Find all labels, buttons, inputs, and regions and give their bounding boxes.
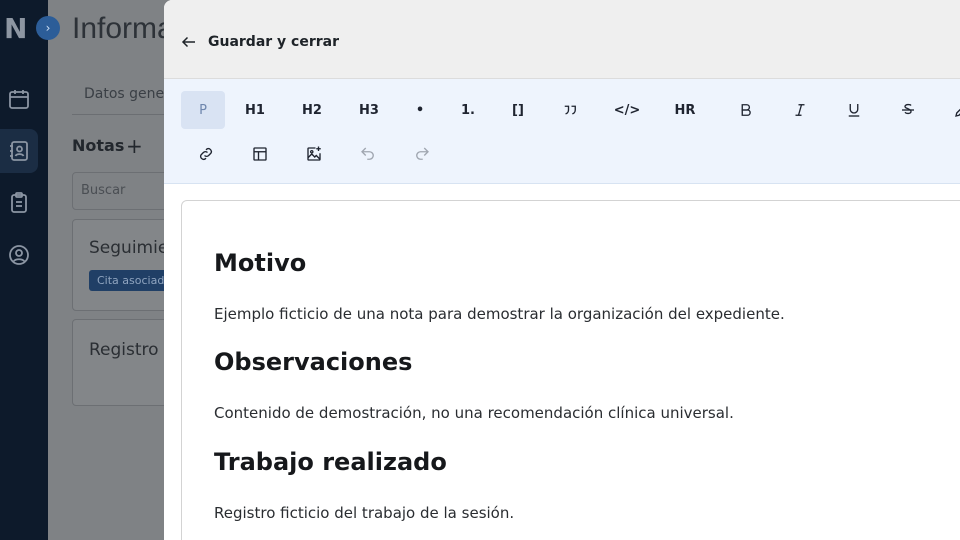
toolbar-paragraph-button[interactable]: P — [181, 91, 225, 129]
section-body: Contenido de demostración, no una recome… — [214, 404, 734, 422]
section-heading: Motivo — [214, 249, 307, 277]
user-circle-icon — [9, 245, 29, 265]
note-document-editor[interactable]: Motivo Ejemplo ficticio de una nota para… — [181, 200, 960, 540]
toolbar-ordered-list-button[interactable]: 1. — [450, 91, 486, 129]
notes-heading: Notas — [72, 136, 125, 155]
toolbar-heading-1-button[interactable]: H1 — [232, 91, 278, 129]
section-heading: Trabajo realizado — [214, 448, 447, 476]
clipboard-list-icon — [11, 192, 27, 213]
toolbar-heading-2-button[interactable]: H2 — [289, 91, 335, 129]
link-icon — [200, 148, 212, 160]
toolbar-horizontal-rule-button[interactable]: HR — [664, 91, 706, 129]
sidebar-item-contacts[interactable] — [0, 129, 38, 173]
toolbar-table-button[interactable] — [242, 135, 278, 173]
toolbar-image-button[interactable] — [296, 135, 332, 173]
bold-icon — [741, 104, 751, 116]
note-card-title: Seguimie — [89, 238, 169, 258]
toolbar-code-block-button[interactable]: </> — [604, 91, 650, 129]
arrow-left-icon — [181, 36, 195, 48]
save-and-close-button[interactable]: Guardar y cerrar — [180, 30, 339, 54]
image-plus-icon — [307, 146, 321, 161]
pen-icon — [955, 108, 960, 117]
toolbar-link-button[interactable] — [188, 135, 224, 173]
toolbar-blockquote-button[interactable] — [552, 91, 588, 129]
sidebar-item-clipboard[interactable] — [0, 181, 38, 225]
page-title: Informa — [72, 12, 174, 45]
save-and-close-label: Guardar y cerrar — [208, 34, 340, 50]
toolbar-italic-button[interactable] — [782, 91, 818, 129]
toolbar-task-list-button[interactable]: [] — [500, 91, 536, 129]
app-sidebar: N › — [0, 0, 60, 540]
section-body: Registro ficticio del trabajo de la sesi… — [214, 504, 515, 522]
contact-book-icon — [10, 141, 28, 161]
toolbar-heading-3-button[interactable]: H3 — [346, 91, 392, 129]
toolbar-bold-button[interactable] — [728, 91, 764, 129]
modal-header: Guardar y cerrar — [164, 0, 960, 79]
table-icon — [253, 147, 267, 161]
undo-icon — [361, 147, 374, 160]
redo-icon — [416, 147, 429, 160]
underline-icon — [848, 104, 860, 117]
note-card-title: Registro — [89, 340, 159, 360]
sidebar-item-profile[interactable] — [0, 233, 38, 277]
section-heading: Observaciones — [214, 348, 413, 376]
toolbar-underline-button[interactable] — [836, 91, 872, 129]
note-editor-modal: Guardar y cerrar P H1 H2 H3 • 1. [] </> … — [164, 0, 960, 540]
calendar-icon — [9, 90, 29, 109]
add-note-button[interactable]: + — [126, 134, 143, 158]
quote-icon — [564, 105, 576, 115]
toolbar-bullet-list-button[interactable]: • — [402, 91, 438, 129]
editor-toolbar: P H1 H2 H3 • 1. [] </> HR — [164, 79, 960, 184]
tab-divider — [72, 114, 172, 115]
toolbar-strikethrough-button[interactable] — [890, 91, 926, 129]
section-body: Ejemplo ficticio de una nota para demost… — [214, 305, 785, 323]
toolbar-redo-button[interactable] — [404, 135, 440, 173]
app-logo: N — [4, 12, 28, 45]
strikethrough-icon — [902, 103, 914, 115]
toolbar-highlight-button[interactable] — [944, 91, 960, 129]
italic-icon — [795, 104, 805, 116]
sidebar-item-calendar[interactable] — [0, 77, 38, 121]
chevron-right-icon: › — [45, 21, 51, 35]
toolbar-undo-button[interactable] — [350, 135, 386, 173]
sidebar-expand-button[interactable]: › — [36, 16, 60, 40]
